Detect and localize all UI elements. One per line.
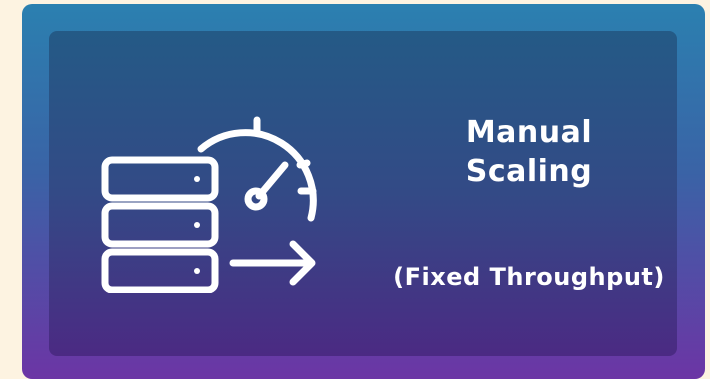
gauge-tick-right xyxy=(296,159,311,169)
card-subtitle: (Fixed Throughput) xyxy=(393,263,665,291)
card-outer: Manual Scaling (Fixed Throughput) xyxy=(22,4,705,379)
server-speedometer-arrow-icon xyxy=(101,103,331,293)
server-led-2 xyxy=(194,222,200,228)
server-led-3 xyxy=(194,268,200,274)
server-led-1 xyxy=(194,176,200,182)
card-inner: Manual Scaling (Fixed Throughput) xyxy=(49,31,677,356)
card-title-line1: Manual xyxy=(465,115,593,150)
card-title: Manual Scaling xyxy=(379,113,679,191)
gauge-hub xyxy=(244,187,268,211)
card-title-line2: Scaling xyxy=(465,154,593,189)
